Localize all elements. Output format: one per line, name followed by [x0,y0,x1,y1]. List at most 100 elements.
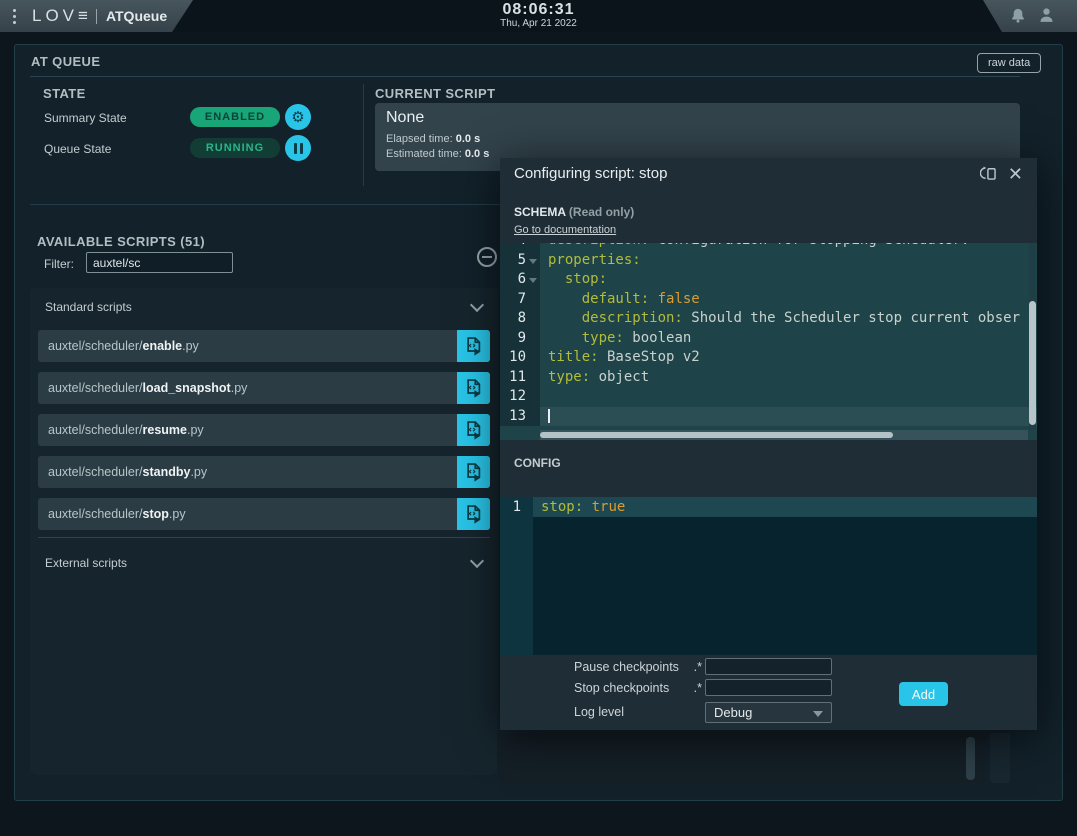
code-text: stop: [540,270,1037,290]
code-line-8[interactable]: 8 description: Should the Scheduler stop… [500,309,1037,329]
elapsed-time: Elapsed time: 0.0 s [386,133,480,145]
summary-state-label: Summary State [44,111,127,125]
script-path: auxtel/scheduler/standby.py [38,465,457,479]
filter-input[interactable] [86,252,233,273]
code-text: type: object [540,368,1037,388]
script-row[interactable]: auxtel/scheduler/enable.py [38,330,490,362]
line-number: 11 [500,368,540,388]
code-text: description: Configuration for stopping … [540,243,1037,251]
pause-checkpoints-label: Pause checkpoints [574,660,688,674]
background-scrollbar[interactable] [966,737,975,780]
estimated-time: Estimated time: 0.0 s [386,148,489,160]
script-row[interactable]: auxtel/scheduler/resume.py [38,414,490,446]
fold-marker-icon[interactable] [529,259,537,264]
love-logo: LOV≡ [32,6,92,26]
user-icon[interactable] [1038,7,1055,24]
line-number: 7 [500,290,540,310]
launch-script-button[interactable] [457,372,490,404]
standard-scripts-header[interactable]: Standard scripts [45,300,132,314]
documentation-link[interactable]: Go to documentation [514,224,616,236]
config-gutter [500,517,533,655]
code-line-7[interactable]: 7 default: false [500,290,1037,310]
launch-script-button[interactable] [457,456,490,488]
pause-checkpoints-input[interactable] [705,658,832,675]
stop-checkpoints-input[interactable] [705,679,832,696]
code-text: properties: [540,251,1037,271]
code-line-6[interactable]: 6 stop: [500,270,1037,290]
current-script-name: None [386,109,424,127]
scrollbar-thumb[interactable] [540,432,893,438]
launch-script-icon [464,336,484,356]
close-icon[interactable]: ✕ [1008,165,1023,183]
log-level-select[interactable]: Debug [705,702,832,723]
launch-script-button[interactable] [457,330,490,362]
add-button[interactable]: Add [899,682,948,706]
fold-marker-icon[interactable] [529,278,537,283]
chevron-down-icon[interactable] [470,298,484,312]
external-scripts-header[interactable]: External scripts [45,556,127,570]
launch-script-button[interactable] [457,414,490,446]
line-number: 12 [500,387,540,407]
menu-dots-icon[interactable] [13,9,16,24]
clock: 08:06:31 Thu, Apr 21 2022 [500,1,577,29]
code-line-5[interactable]: 5properties: [500,251,1037,271]
scripts-group-divider [38,537,490,538]
queue-state-label: Queue State [44,142,111,156]
code-line-13[interactable]: 13 [500,407,1037,427]
background-panel-strip [990,733,1010,783]
log-level-label: Log level [574,705,688,719]
code-text: title: BaseStop v2 [540,348,1037,368]
line-number: 10 [500,348,540,368]
script-path: auxtel/scheduler/resume.py [38,423,457,437]
filter-label: Filter: [44,257,74,271]
script-row[interactable]: auxtel/scheduler/load_snapshot.py [38,372,490,404]
line-number: 4 [500,243,540,251]
line-number: 6 [500,270,540,290]
code-line-10[interactable]: 10title: BaseStop v2 [500,348,1037,368]
code-line-9[interactable]: 9 type: boolean [500,329,1037,349]
config-script-modal: Configuring script: stop ✕ SCHEMA (Read … [500,158,1037,730]
resize-icon[interactable] [980,164,999,183]
line-number: 13 [500,407,540,427]
code-text [540,407,1037,427]
scrollbar-thumb[interactable] [1029,301,1036,425]
pause-queue-button[interactable] [285,135,311,161]
notifications-bell-icon[interactable] [1010,7,1026,24]
background-panel [497,733,986,783]
script-path: auxtel/scheduler/load_snapshot.py [38,381,457,395]
topbar-left-section: LOV≡ ATQueue [0,0,193,32]
config-editor[interactable]: 1stop: true [500,497,1037,655]
code-text: description: Should the Scheduler stop c… [540,309,1037,329]
state-section-title: STATE [43,86,86,101]
pause-icon [294,143,303,154]
code-line-1[interactable]: 1stop: true [500,497,1037,517]
config-section-title: CONFIG [514,456,561,470]
line-number: 8 [500,309,540,329]
panel-title-divider [30,76,1020,77]
panel-title: AT QUEUE [31,54,100,69]
code-line-11[interactable]: 11type: object [500,368,1037,388]
state-divider [363,84,364,186]
schema-editor[interactable]: 4description: Configuration for stopping… [500,243,1037,440]
code-line-4[interactable]: 4description: Configuration for stopping… [500,243,1037,251]
collapse-minus-icon[interactable] [477,247,497,267]
summary-state-settings-button[interactable]: ⚙ [285,104,311,130]
scripts-list-container: Standard scripts auxtel/scheduler/enable… [30,288,498,775]
code-line-12[interactable]: 12 [500,387,1037,407]
app-title: ATQueue [106,8,167,24]
log-level-value: Debug [714,705,752,720]
gear-icon: ⚙ [291,110,304,125]
top-bar: LOV≡ ATQueue 08:06:31 Thu, Apr 21 2022 [0,0,1077,32]
raw-data-button[interactable]: raw data [977,53,1041,73]
script-row[interactable]: auxtel/scheduler/stop.py [38,498,490,530]
script-path: auxtel/scheduler/enable.py [38,339,457,353]
script-row[interactable]: auxtel/scheduler/standby.py [38,456,490,488]
line-number: 1 [500,497,533,517]
launch-script-icon [464,420,484,440]
chevron-down-icon[interactable] [470,554,484,568]
code-text [540,387,1037,407]
chevron-down-icon [813,711,823,717]
pause-regex-label: .* [688,660,702,674]
schema-section-title: SCHEMA (Read only) [514,205,634,219]
launch-script-button[interactable] [457,498,490,530]
